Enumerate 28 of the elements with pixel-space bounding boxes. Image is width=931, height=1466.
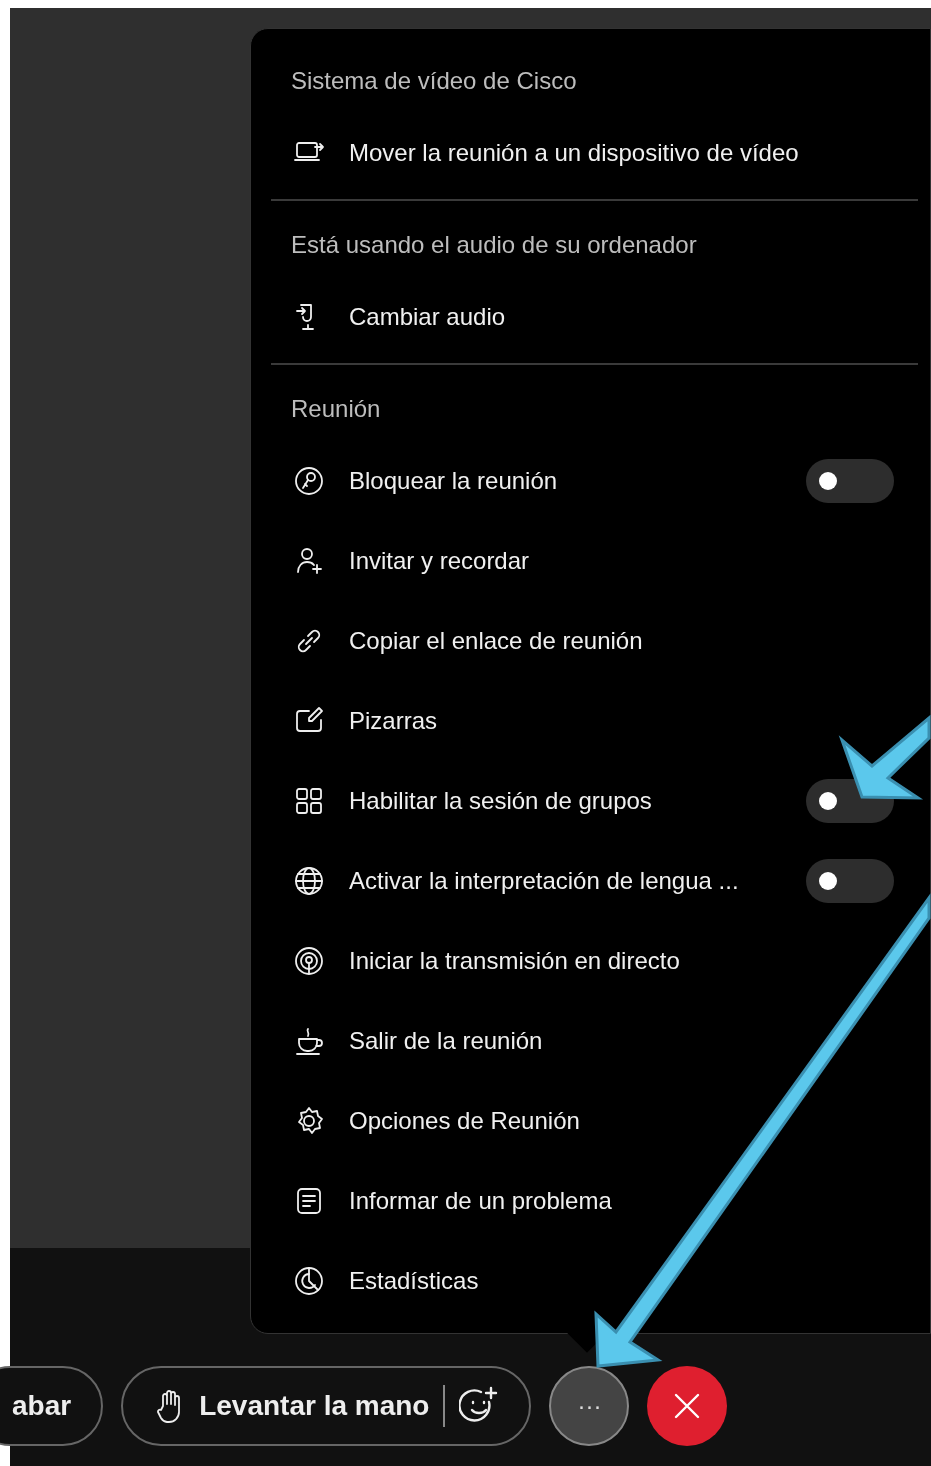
statistics-chart-icon [293, 1265, 325, 1297]
section-heading: Está usando el audio de su ordenador [290, 230, 698, 260]
toggle-switch[interactable] [806, 459, 894, 503]
menu-item[interactable]: Invitar y recordar [271, 521, 554, 601]
section-heading: Reunión [290, 394, 382, 424]
close-icon [673, 1392, 702, 1420]
menu-item-label[interactable]: Bloquear la reunión [349, 463, 792, 499]
menu-item[interactable]: Copiar el enlace de reunión [271, 601, 667, 681]
menu-item[interactable]: Estadísticas [271, 1241, 503, 1321]
lock-circle-icon [293, 465, 325, 497]
menu-item[interactable]: Pizarras [271, 681, 462, 761]
menu-item[interactable]: Iniciar la transmisión en directo [271, 921, 704, 1001]
menu-item[interactable]: Cambiar audio [271, 277, 530, 357]
more-options-button[interactable]: ··· [549, 1366, 630, 1446]
menu-item[interactable]: Opciones de Reunión [271, 1081, 604, 1161]
section-heading: Sistema de vídeo de Cisco [290, 66, 578, 96]
record-button[interactable]: abar [0, 1366, 104, 1446]
menu-item-label[interactable]: Activar la interpretación de lengua ... [349, 863, 792, 899]
toggle-switch[interactable] [806, 859, 894, 903]
menu-item[interactable]: Salir de la reunión [271, 1001, 567, 1081]
menu-item[interactable]: Mover la reunión a un dispositivo de vídeo [271, 113, 823, 193]
globe-icon [293, 865, 325, 897]
raise-hand-button[interactable]: Levantar la mano [157, 1385, 430, 1427]
menu-item-label[interactable]: Habilitar la sesión de grupos [349, 783, 792, 819]
broadcast-icon [293, 945, 325, 977]
coffee-cup-icon [293, 1025, 325, 1057]
grid-squares-icon [293, 785, 325, 817]
menu-item[interactable]: Informar de un problema [271, 1161, 636, 1241]
